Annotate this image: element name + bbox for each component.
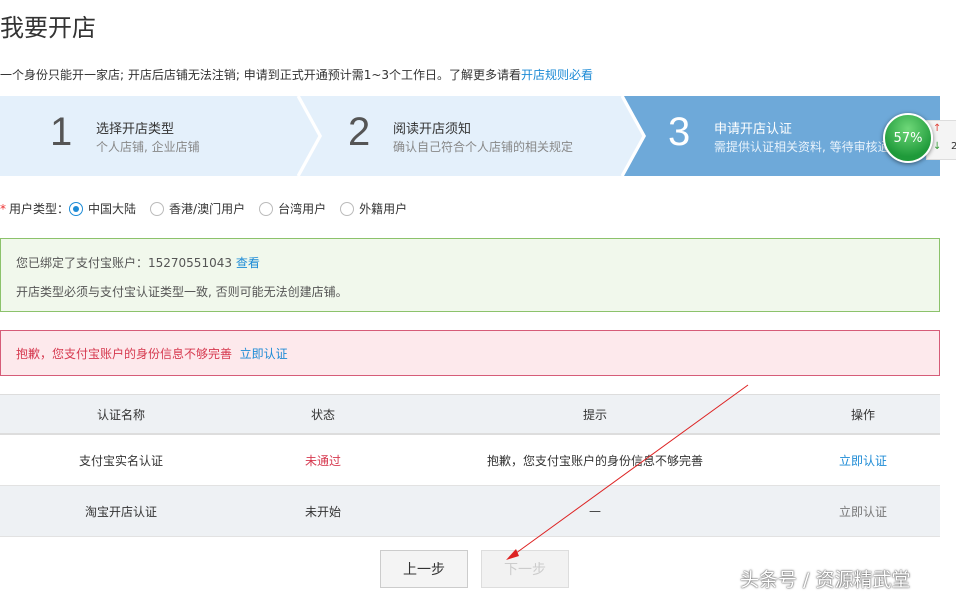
step-progress: 1 选择开店类型 个人店铺, 企业店铺 2 阅读开店须知 确认自己符合个人店铺的… xyxy=(0,96,940,176)
shop-rules-link[interactable]: 开店规则必看 xyxy=(521,68,593,82)
alipay-notice: 您已绑定了支付宝账户：15270551043 查看 开店类型必须与支付宝认证类型… xyxy=(0,238,940,312)
verify-alipay-link[interactable]: 立即认证 xyxy=(839,454,887,468)
memory-usage-ball[interactable]: 57% xyxy=(883,113,933,163)
radio-mainland[interactable]: 中国大陆 xyxy=(69,200,136,217)
page-title: 我要开店 xyxy=(0,8,96,43)
table-row: 支付宝实名认证 未通过 抱歉，您支付宝账户的身份信息不够完善 立即认证 xyxy=(0,434,940,486)
verify-now-link[interactable]: 立即认证 xyxy=(240,347,288,361)
intro-text: 一个身份只能开一家店; 开店后店铺无法注销; 申请到正式开通预计需1~3个工作日… xyxy=(0,66,593,83)
radio-hk-macau[interactable]: 香港/澳门用户 xyxy=(150,200,245,217)
status-badge: 未通过 xyxy=(242,434,404,486)
user-type-group: * 用户类型： 中国大陆 香港/澳门用户 台湾用户 外籍用户 xyxy=(0,200,421,217)
table-row: 淘宝开店认证 未开始 — 立即认证 xyxy=(0,486,940,537)
header-name: 认证名称 xyxy=(0,395,242,435)
status-badge: 未开始 xyxy=(242,486,404,537)
radio-foreign[interactable]: 外籍用户 xyxy=(340,200,407,217)
upload-arrow-icon: ↑ xyxy=(933,123,941,134)
step-2: 2 阅读开店须知 确认自己符合个人店铺的相关规定 xyxy=(300,96,620,176)
next-step-button[interactable]: 下一步 xyxy=(481,550,569,588)
error-alert: 抱歉，您支付宝账户的身份信息不够完善 立即认证 xyxy=(0,330,940,376)
header-hint: 提示 xyxy=(404,395,786,435)
radio-taiwan[interactable]: 台湾用户 xyxy=(259,200,326,217)
prev-step-button[interactable]: 上一步 xyxy=(380,550,468,588)
user-type-label: 用户类型： xyxy=(9,200,69,217)
header-status: 状态 xyxy=(242,395,404,435)
view-link[interactable]: 查看 xyxy=(236,256,260,270)
header-action: 操作 xyxy=(786,395,940,435)
verify-taobao-disabled: 立即认证 xyxy=(786,486,940,537)
required-mark: * xyxy=(0,202,6,216)
verification-table: 认证名称 状态 提示 操作 支付宝实名认证 未通过 抱歉，您支付宝账户的身份信息… xyxy=(0,394,940,537)
step-1: 1 选择开店类型 个人店铺, 企业店铺 xyxy=(0,96,300,176)
download-arrow-icon: ↓ xyxy=(933,141,941,152)
watermark: 头条号 / 资源精武堂 xyxy=(740,565,910,592)
